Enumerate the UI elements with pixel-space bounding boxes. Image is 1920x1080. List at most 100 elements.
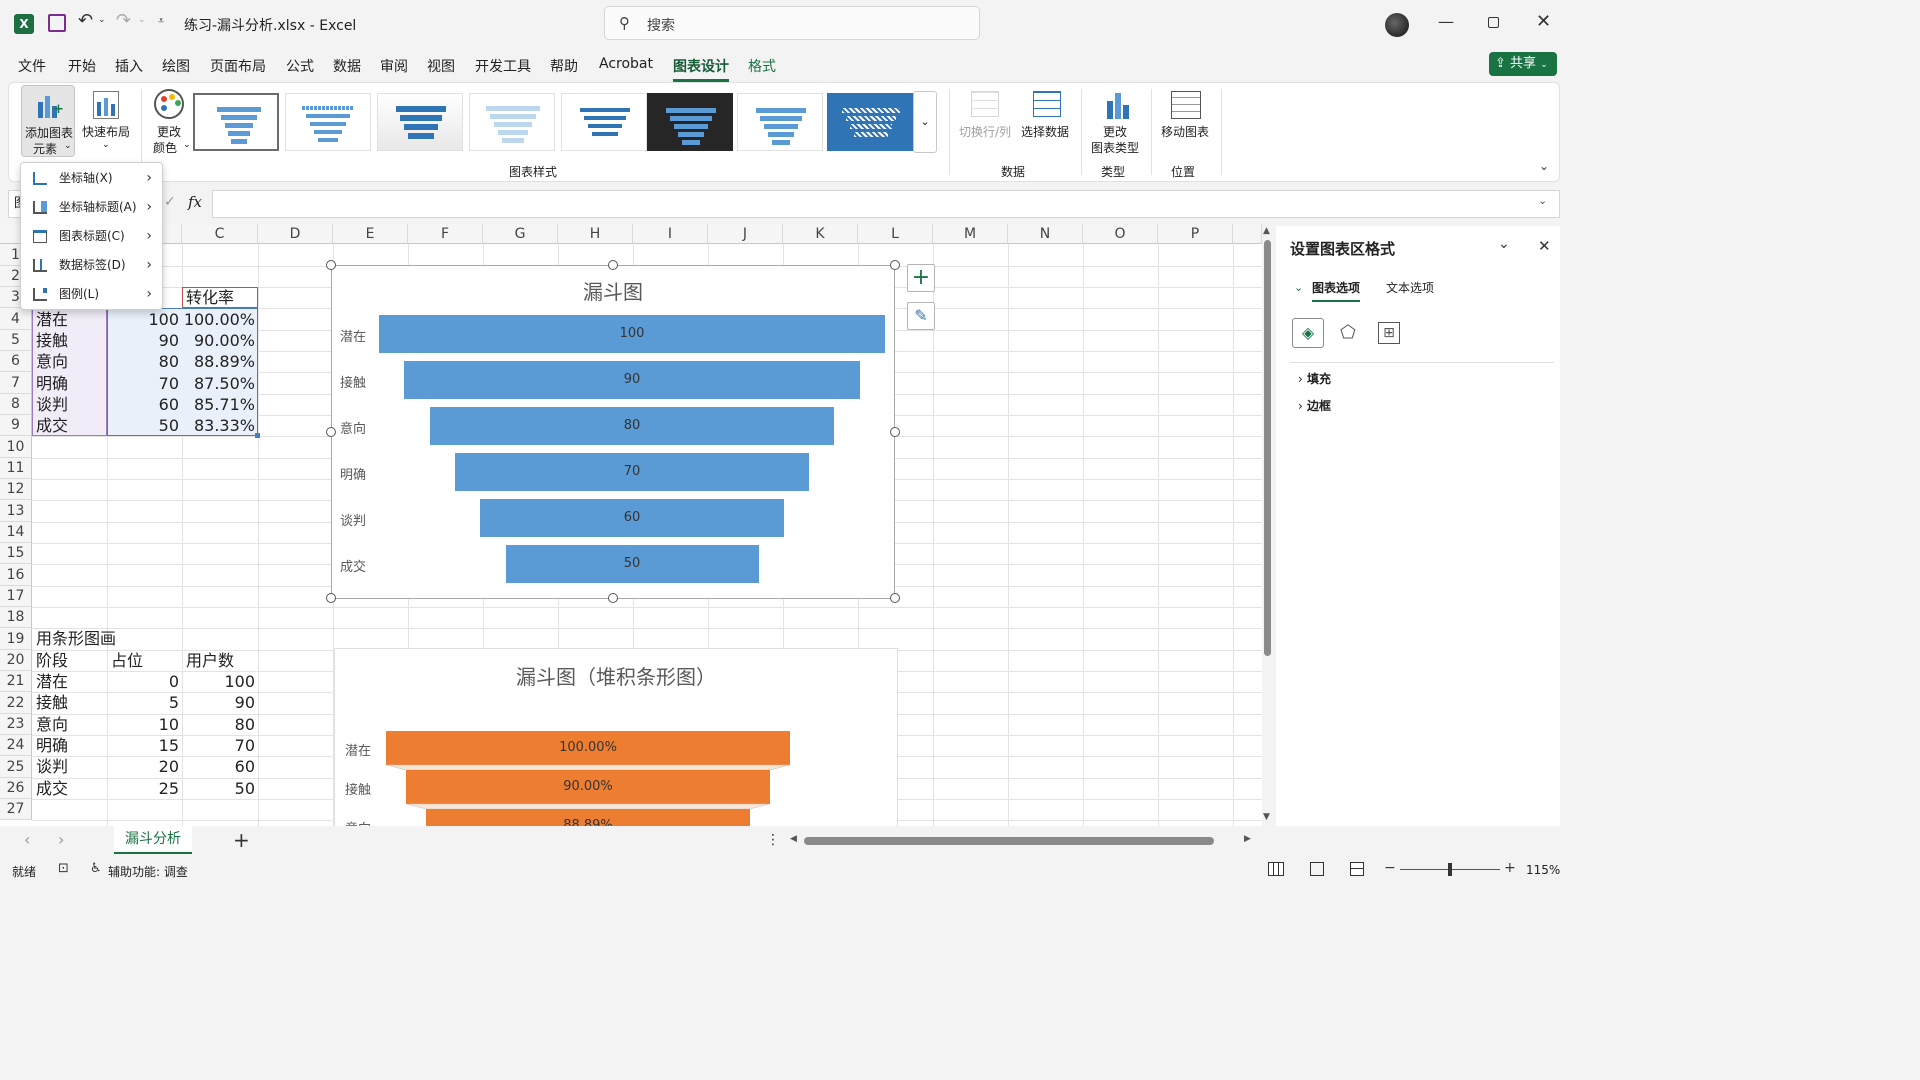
- page-layout-view-icon[interactable]: [1310, 862, 1324, 876]
- funnel-bar[interactable]: 88.89%: [426, 809, 750, 826]
- check-icon[interactable]: ✓: [164, 194, 176, 210]
- table1-stage[interactable]: 明确: [36, 373, 68, 394]
- undo-icon[interactable]: ↶: [78, 10, 93, 31]
- table2-header[interactable]: 用户数: [186, 650, 234, 671]
- row-header[interactable]: 16: [0, 564, 32, 586]
- tab-review[interactable]: 审阅: [380, 56, 408, 76]
- zoom-out-icon[interactable]: −: [1384, 860, 1396, 876]
- resize-handle[interactable]: [326, 427, 336, 437]
- table1-value[interactable]: 100: [107, 309, 179, 330]
- table2-offset[interactable]: 10: [107, 714, 179, 735]
- funnel-bar[interactable]: 60: [480, 499, 784, 537]
- next-sheet-icon[interactable]: ›: [58, 830, 64, 849]
- search-box[interactable]: ⚲ 搜索: [604, 6, 980, 40]
- row-header[interactable]: 13: [0, 500, 32, 522]
- table2-users[interactable]: 80: [182, 714, 255, 735]
- tab-acrobat[interactable]: Acrobat: [599, 56, 653, 72]
- table2-offset[interactable]: 20: [107, 756, 179, 777]
- tab-options-icon[interactable]: ⋮: [766, 832, 780, 848]
- row-header[interactable]: 7: [0, 372, 32, 394]
- column-header[interactable]: G: [483, 224, 558, 244]
- scroll-up-icon[interactable]: ▲: [1263, 226, 1270, 236]
- effects-tab[interactable]: ⬠: [1336, 320, 1360, 346]
- row-header[interactable]: 25: [0, 756, 32, 778]
- table2-stage[interactable]: 意向: [36, 714, 68, 735]
- vertical-scrollbar[interactable]: ▲ ▼: [1262, 226, 1274, 826]
- chart-style-7[interactable]: [737, 93, 823, 151]
- tab-chart-design[interactable]: 图表设计: [673, 56, 729, 82]
- stacked-funnel-chart[interactable]: 漏斗图（堆积条形图） 100.00%潜在90.00%接触88.89%意向: [334, 648, 898, 826]
- column-header[interactable]: J: [708, 224, 783, 244]
- function-icon[interactable]: fx: [188, 193, 202, 211]
- resize-handle[interactable]: [608, 260, 618, 270]
- tab-view[interactable]: 视图: [427, 56, 455, 76]
- row-header[interactable]: 9: [0, 415, 32, 436]
- accessibility-icon[interactable]: ♿: [90, 861, 102, 876]
- menu-item-axes[interactable]: 坐标轴(X) ›: [21, 164, 162, 193]
- table1-rate[interactable]: 85.71%: [182, 394, 255, 415]
- resize-handle[interactable]: [890, 427, 900, 437]
- table1-header-c[interactable]: 转化率: [186, 287, 234, 308]
- save-icon[interactable]: [48, 14, 66, 32]
- change-chart-type-button[interactable]: 更改 图表类型: [1085, 85, 1145, 157]
- table1-value[interactable]: 60: [107, 394, 179, 415]
- move-chart-button[interactable]: 移动图表: [1155, 85, 1215, 145]
- row-header[interactable]: 21: [0, 671, 32, 692]
- fill-line-tab[interactable]: ◈: [1292, 318, 1324, 348]
- table2-stage[interactable]: 接触: [36, 692, 68, 713]
- tab-formulas[interactable]: 公式: [286, 56, 314, 76]
- table2-stage[interactable]: 潜在: [36, 671, 68, 692]
- chart-style-8[interactable]: [827, 93, 913, 151]
- quick-layout-button[interactable]: 快速布局 ⌄: [79, 85, 133, 157]
- tab-chart-options[interactable]: 图表选项: [1312, 279, 1361, 302]
- horizontal-scrollbar[interactable]: ◀ ▶: [790, 834, 1256, 848]
- column-header[interactable]: C: [182, 224, 258, 244]
- resize-handle[interactable]: [608, 593, 618, 603]
- range-handle[interactable]: [255, 433, 260, 438]
- scrollbar-thumb[interactable]: [1264, 240, 1271, 656]
- row-header[interactable]: 20: [0, 650, 32, 671]
- table2-users[interactable]: 90: [182, 692, 255, 713]
- funnel-bar[interactable]: 90: [404, 361, 860, 399]
- restore-icon[interactable]: [1488, 17, 1499, 28]
- tab-format[interactable]: 格式: [748, 56, 776, 76]
- funnel-bar[interactable]: 50: [505, 545, 759, 583]
- horizontal-scrollbar-thumb[interactable]: [804, 837, 1214, 845]
- formula-input[interactable]: [212, 190, 1560, 218]
- normal-view-icon[interactable]: [1268, 862, 1284, 876]
- row-header[interactable]: 26: [0, 778, 32, 799]
- collapse-ribbon-icon[interactable]: ⌄: [1539, 159, 1549, 173]
- scroll-right-icon[interactable]: ▶: [1244, 834, 1251, 844]
- zoom-slider-thumb[interactable]: [1448, 863, 1452, 876]
- table1-value[interactable]: 80: [107, 351, 179, 372]
- column-header[interactable]: K: [783, 224, 858, 244]
- row-header[interactable]: 22: [0, 692, 32, 714]
- funnel-bar[interactable]: 70: [454, 453, 810, 491]
- column-header[interactable]: D: [258, 224, 333, 244]
- resize-handle[interactable]: [890, 260, 900, 270]
- row-header[interactable]: 6: [0, 351, 32, 372]
- table1-stage[interactable]: 接触: [36, 330, 68, 351]
- chart-style-6[interactable]: [647, 93, 733, 151]
- avatar[interactable]: [1385, 13, 1409, 37]
- column-header[interactable]: M: [933, 224, 1008, 244]
- redo-dropdown-icon[interactable]: ⌄: [138, 15, 146, 25]
- table1-rate[interactable]: 87.50%: [182, 373, 255, 394]
- chart-styles-button[interactable]: ✎: [907, 302, 935, 330]
- tab-text-options[interactable]: 文本选项: [1386, 279, 1434, 296]
- table1-value[interactable]: 70: [107, 373, 179, 394]
- menu-item-data-labels[interactable]: 数据标签(D) ›: [21, 251, 162, 280]
- tab-file[interactable]: 文件: [18, 56, 46, 76]
- table2-offset[interactable]: 0: [107, 671, 179, 692]
- column-header[interactable]: O: [1083, 224, 1158, 244]
- chart-styles-more-button[interactable]: ⌄: [913, 91, 937, 153]
- column-header[interactable]: H: [558, 224, 633, 244]
- resize-handle[interactable]: [326, 593, 336, 603]
- tab-draw[interactable]: 绘图: [162, 56, 190, 76]
- chart-elements-button[interactable]: +: [907, 264, 935, 292]
- share-button[interactable]: ⇪ 共享 ⌄: [1489, 52, 1557, 76]
- row-header[interactable]: 5: [0, 330, 32, 351]
- add-sheet-icon[interactable]: +: [233, 828, 250, 852]
- table2-users[interactable]: 70: [182, 735, 255, 756]
- menu-item-axis-titles[interactable]: 坐标轴标题(A) ›: [21, 193, 162, 222]
